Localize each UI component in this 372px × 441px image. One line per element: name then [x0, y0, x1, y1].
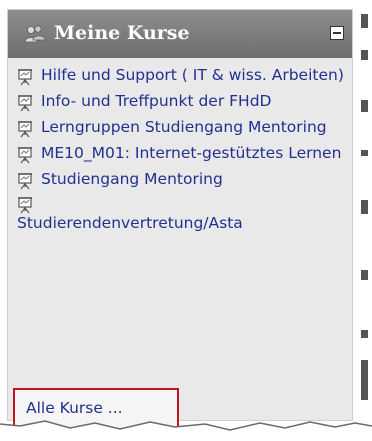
easel-icon	[18, 69, 32, 86]
right-edge-fragment	[355, 0, 372, 441]
course-list: Hilfe und Support ( IT & wiss. Arbeiten)…	[17, 66, 347, 240]
course-link[interactable]: Studierendenvertretung/Asta	[17, 214, 347, 233]
list-item: Info- und Treffpunkt der FHdD	[17, 92, 347, 112]
torn-edge	[0, 420, 372, 441]
block-header: Meine Kurse	[8, 10, 352, 58]
easel-icon	[18, 147, 32, 164]
course-link[interactable]: Lerngruppen Studiengang Mentoring	[41, 118, 327, 136]
list-item: Studiengang Mentoring	[17, 170, 347, 190]
course-link[interactable]: ME10_M01: Internet-gestütztes Lernen	[41, 144, 341, 162]
list-item: Hilfe und Support ( IT & wiss. Arbeiten)	[17, 66, 347, 86]
easel-icon	[18, 197, 32, 214]
course-link[interactable]: Studiengang Mentoring	[41, 170, 223, 188]
course-link[interactable]: Info- und Treffpunkt der FHdD	[41, 92, 271, 110]
easel-icon	[18, 121, 32, 138]
block-title: Meine Kurse	[54, 22, 190, 44]
easel-icon	[18, 173, 32, 190]
easel-icon	[18, 95, 32, 112]
list-item: Studierendenvertretung/Asta	[17, 196, 347, 233]
list-item: ME10_M01: Internet-gestütztes Lernen	[17, 144, 347, 164]
users-icon	[24, 25, 46, 43]
list-item: Lerngruppen Studiengang Mentoring	[17, 118, 347, 138]
my-courses-block: Meine Kurse Hilfe und Support ( IT & wis…	[7, 9, 353, 430]
course-link[interactable]: Hilfe und Support ( IT & wiss. Arbeiten)	[41, 66, 344, 84]
minus-box-icon[interactable]	[330, 26, 344, 40]
